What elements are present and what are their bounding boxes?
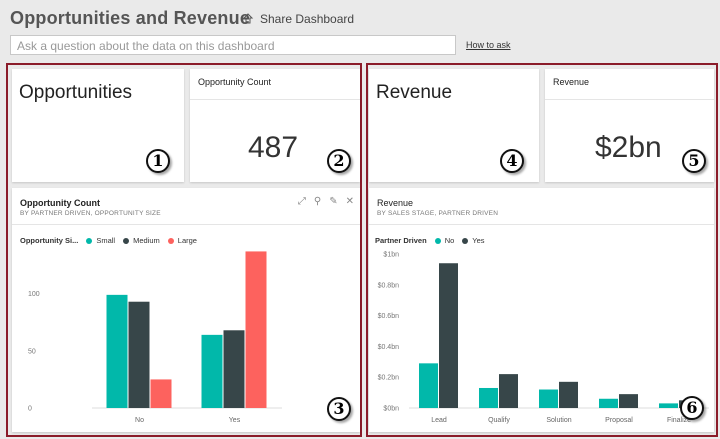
- y-tick-label: $1bn: [383, 252, 399, 259]
- revenue-title: Revenue: [376, 82, 453, 103]
- opportunity-count-chart: 100 50 0 No Yes: [28, 251, 282, 424]
- revenue-chart: $1bn $0.8bn $0.6bn $0.4bn $0.2bn $0bn Lead Qual…: [378, 252, 709, 424]
- bar-no-qualify: [479, 387, 498, 408]
- y-tick-label: $0.4bn: [378, 344, 400, 351]
- x-tick-label: Lead: [431, 417, 447, 424]
- callout-badge-5: 5: [682, 149, 706, 173]
- callout-badge-1: 1: [146, 149, 170, 173]
- share-icon: [242, 13, 254, 24]
- revenue-card-value: $2bn: [595, 131, 662, 164]
- y-tick-label: $0.6bn: [378, 313, 400, 320]
- opportunity-count-chart-tile[interactable]: Opportunity Count BY PARTNER DRIVEN, OPP…: [12, 188, 360, 432]
- y-tick-label: $0.2bn: [378, 375, 400, 382]
- x-tick-label: Solution: [546, 417, 571, 424]
- bar-small-no: [106, 294, 128, 408]
- y-tick-label: $0.8bn: [378, 282, 400, 289]
- bar-large-yes: [245, 251, 267, 408]
- opportunity-count-title: Opportunity Count: [198, 77, 272, 87]
- revenue-card-title: Revenue: [553, 77, 590, 87]
- x-tick-label: Proposal: [605, 417, 633, 424]
- dashboard-title: Opportunities and Revenue: [10, 8, 251, 28]
- callout-badge-6: 6: [680, 396, 704, 420]
- bar-large-no: [150, 379, 172, 408]
- y-tick-label: 50: [28, 348, 36, 355]
- x-tick-label: Yes: [229, 417, 241, 424]
- x-tick-label: Qualify: [488, 417, 510, 424]
- bar-small-yes: [201, 334, 223, 408]
- bar-medium-yes: [223, 330, 245, 408]
- bar-yes-qualify: [499, 374, 518, 408]
- y-tick-label: 100: [28, 291, 40, 298]
- bar-no-proposal: [599, 398, 618, 408]
- bar-no-finalize: [659, 403, 678, 408]
- bar-no-solution: [539, 389, 558, 408]
- bar-medium-no: [128, 301, 150, 408]
- callout-badge-4: 4: [500, 149, 524, 173]
- opportunity-count-value: 487: [248, 131, 299, 164]
- share-dashboard-button[interactable]: Share Dashboard: [242, 12, 354, 26]
- revenue-chart-tile[interactable]: Revenue BY SALES STAGE, PARTNER DRIVEN P…: [369, 188, 714, 432]
- bar-yes-proposal: [619, 394, 638, 408]
- share-dashboard-label: Share Dashboard: [260, 12, 355, 26]
- y-tick-label: 0: [28, 406, 32, 413]
- bar-yes-lead: [439, 263, 458, 408]
- bar-yes-solution: [559, 381, 578, 408]
- how-to-ask-link[interactable]: How to ask: [466, 40, 511, 50]
- qa-input[interactable]: Ask a question about the data on this da…: [10, 35, 456, 55]
- callout-badge-3: 3: [327, 397, 351, 421]
- y-tick-label: $0bn: [383, 406, 399, 413]
- bar-no-lead: [419, 363, 438, 408]
- x-tick-label: No: [135, 417, 144, 424]
- callout-badge-2: 2: [327, 149, 351, 173]
- opportunities-title: Opportunities: [19, 82, 133, 103]
